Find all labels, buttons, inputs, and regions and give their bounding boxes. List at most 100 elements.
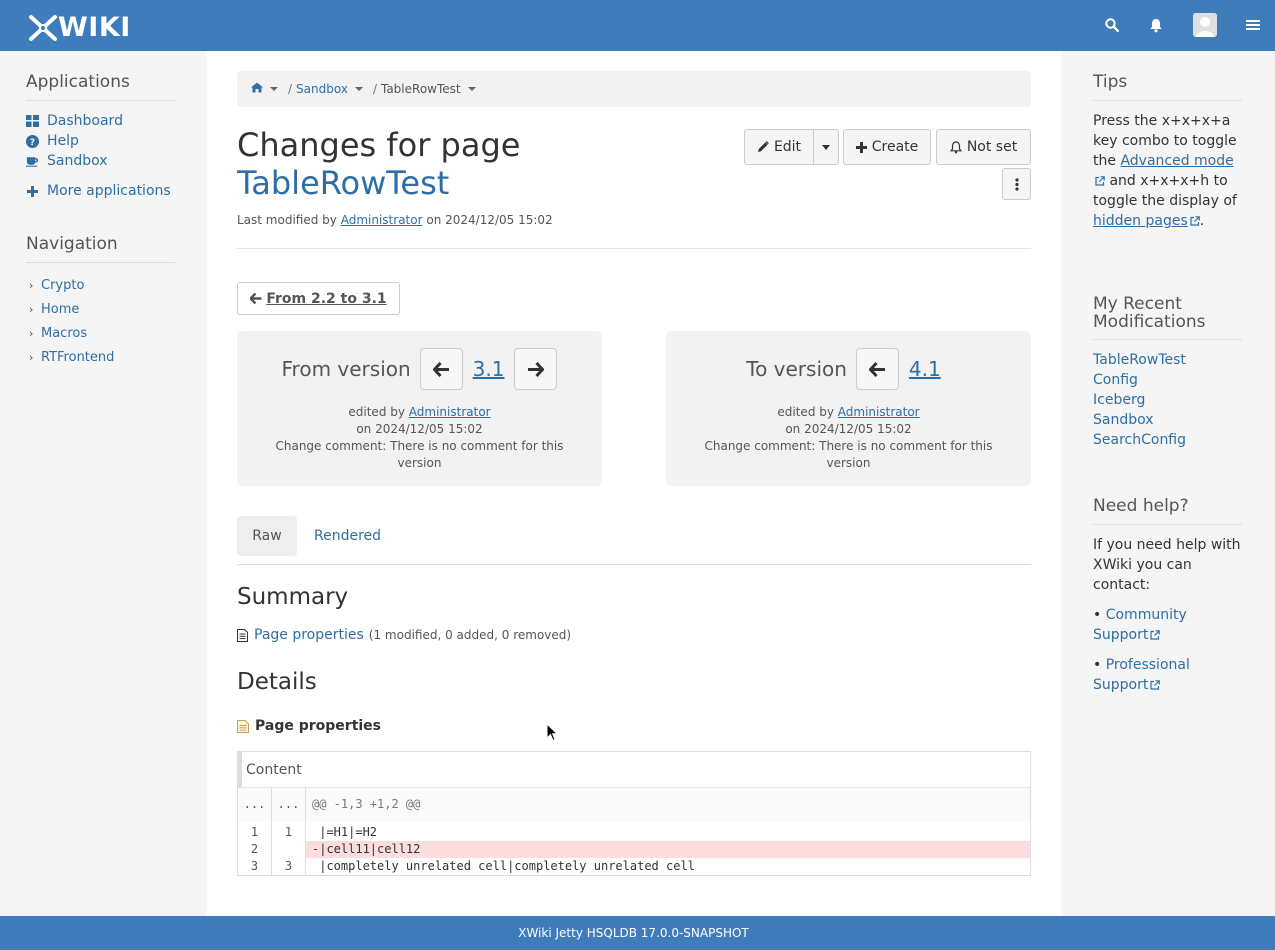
page-title-link[interactable]: TableRowTest [237, 163, 449, 203]
diff-hunk-header: @@ -1,3 +1,2 @@ [312, 797, 421, 811]
tab-rendered[interactable]: Rendered [299, 516, 396, 556]
app-sandbox[interactable]: Sandbox [26, 151, 175, 171]
applications-title: Applications [26, 72, 175, 101]
nav-item-crypto[interactable]: › Crypto [26, 273, 175, 297]
from-version-comment: Change comment: There is no comment for … [275, 439, 564, 470]
nav-item-macros[interactable]: › Macros [26, 321, 175, 345]
chevron-down-icon[interactable] [467, 87, 476, 91]
diff-hunk-left: ... [238, 788, 272, 821]
community-support-link[interactable]: Community Support [1093, 607, 1187, 643]
chevron-down-icon[interactable] [270, 87, 278, 91]
document-icon [237, 628, 248, 642]
hidden-pages-link[interactable]: hidden pages [1093, 213, 1188, 229]
more-applications[interactable]: More applications [26, 181, 175, 201]
breadcrumb-current: TableRowTest [380, 82, 461, 96]
chevron-right-icon[interactable]: › [29, 279, 39, 292]
chevron-down-icon [822, 144, 830, 150]
last-modified-prefix: Last modified by [237, 213, 337, 227]
last-modified: Last modified by Administrator on 2024/1… [237, 213, 553, 227]
recent-item[interactable]: Config [1093, 370, 1242, 390]
summary-page-properties-link[interactable]: Page properties [254, 627, 364, 643]
svg-text:?: ? [30, 138, 35, 148]
tab-raw[interactable]: Raw [237, 516, 297, 556]
plus-icon [26, 185, 39, 198]
footer-version: XWiki Jetty HSQLDB 17.0.0-SNAPSHOT [518, 926, 749, 940]
nav-item-home[interactable]: › Home [26, 297, 175, 321]
diff-line-text: |=H1|=H2 [312, 825, 378, 839]
diff-line-removed: 2 -|cell11|cell12 [238, 841, 1030, 858]
chevron-right-icon[interactable]: › [29, 303, 39, 316]
edit-label: Edit [773, 139, 802, 155]
chevron-down-icon[interactable] [354, 87, 363, 91]
help-list-item: • Professional Support [1093, 657, 1190, 693]
recent-item[interactable]: Sandbox [1093, 410, 1242, 430]
app-dashboard-label[interactable]: Dashboard [47, 113, 123, 129]
create-button[interactable]: Create [843, 129, 931, 165]
home-icon[interactable] [251, 82, 263, 96]
from-version-date: on 2024/12/05 15:02 [356, 422, 483, 436]
from-version-user[interactable]: Administrator [409, 405, 491, 419]
diff-line-old-number: 1 [238, 824, 272, 841]
to-prev-version-button[interactable] [855, 348, 899, 390]
bell-icon[interactable] [1146, 15, 1166, 35]
tips-panel: Tips Press the x+x+x+a key combo to togg… [1093, 72, 1242, 231]
help-title: Need help? [1093, 496, 1242, 525]
need-help-panel: Need help? If you need help with XWiki y… [1093, 496, 1242, 695]
to-version-date: on 2024/12/05 15:02 [785, 422, 912, 436]
avatar[interactable] [1193, 13, 1217, 37]
breadcrumb: / Sandbox / TableRowTest [237, 71, 1031, 107]
summary-counts: (1 modified, 0 added, 0 removed) [368, 628, 572, 642]
arrow-left-icon [868, 361, 885, 377]
search-icon[interactable] [1102, 15, 1122, 35]
navigation-title: Navigation [26, 234, 175, 263]
nav-item-label[interactable]: Home [41, 302, 79, 317]
chevron-right-icon[interactable]: › [29, 327, 39, 340]
arrow-right-icon [528, 361, 545, 377]
plus-icon [855, 141, 867, 153]
nav-item-label[interactable]: Macros [41, 326, 87, 341]
footer: XWiki Jetty HSQLDB 17.0.0-SNAPSHOT [0, 916, 1275, 950]
professional-support-link[interactable]: Professional Support [1093, 657, 1190, 693]
recent-item[interactable]: SearchConfig [1093, 430, 1242, 450]
watch-notset-button[interactable]: Not set [936, 129, 1031, 165]
arrow-left-icon [432, 361, 449, 377]
advanced-mode-link[interactable]: Advanced mode [1120, 153, 1233, 169]
app-dashboard[interactable]: Dashboard [26, 111, 175, 131]
recent-modifications-panel: My Recent Modifications TableRowTest Con… [1093, 295, 1242, 450]
last-modified-user[interactable]: Administrator [341, 213, 423, 227]
more-actions-button[interactable] [1002, 168, 1031, 200]
more-applications-label[interactable]: More applications [47, 183, 171, 199]
hamburger-menu-icon[interactable] [1243, 15, 1263, 35]
edit-button[interactable]: Edit [744, 129, 814, 165]
to-version-user[interactable]: Administrator [838, 405, 920, 419]
breadcrumb-sandbox[interactable]: Sandbox [296, 82, 348, 96]
from-version-box: From version 3.1 edited by Administrator… [237, 331, 602, 486]
recent-item[interactable]: Iceberg [1093, 390, 1242, 410]
details-section-label: Page properties [255, 718, 382, 734]
tips-text: and x+x+x+h to toggle the display of [1093, 173, 1237, 209]
recent-item[interactable]: TableRowTest [1093, 350, 1242, 370]
diff-view-tabs: Raw Rendered [237, 516, 1031, 565]
chevron-right-icon[interactable]: › [29, 351, 39, 364]
app-help-label[interactable]: Help [47, 133, 79, 149]
ellipsis-vertical-icon [1014, 177, 1019, 191]
diff-line-new-number [272, 841, 306, 858]
xwiki-logo[interactable]: WIKI [28, 12, 131, 43]
diff-line-old-number: 2 [238, 841, 272, 858]
to-version-number[interactable]: 4.1 [909, 357, 941, 381]
diff-line-text: |completely unrelated cell|completely un… [312, 859, 695, 873]
diff-table: ... ... @@ -1,3 +1,2 @@ 1 1 |=H1|=H2 2 -… [238, 788, 1030, 875]
app-sandbox-label[interactable]: Sandbox [47, 153, 108, 169]
nav-item-rtfrontend[interactable]: › RTFrontend [26, 345, 175, 369]
from-next-version-button[interactable] [514, 348, 558, 390]
help-list-item: • Community Support [1093, 607, 1187, 643]
app-help[interactable]: ? Help [26, 131, 175, 151]
diff-line-new-number: 3 [272, 858, 306, 875]
previous-change-button[interactable]: From 2.2 to 3.1 [237, 282, 400, 315]
from-version-number[interactable]: 3.1 [473, 357, 505, 381]
nav-item-label[interactable]: Crypto [41, 278, 84, 293]
from-prev-version-button[interactable] [419, 348, 463, 390]
diff-line-new-number: 1 [272, 824, 306, 841]
edit-dropdown-button[interactable] [813, 129, 839, 165]
nav-item-label[interactable]: RTFrontend [41, 350, 114, 365]
